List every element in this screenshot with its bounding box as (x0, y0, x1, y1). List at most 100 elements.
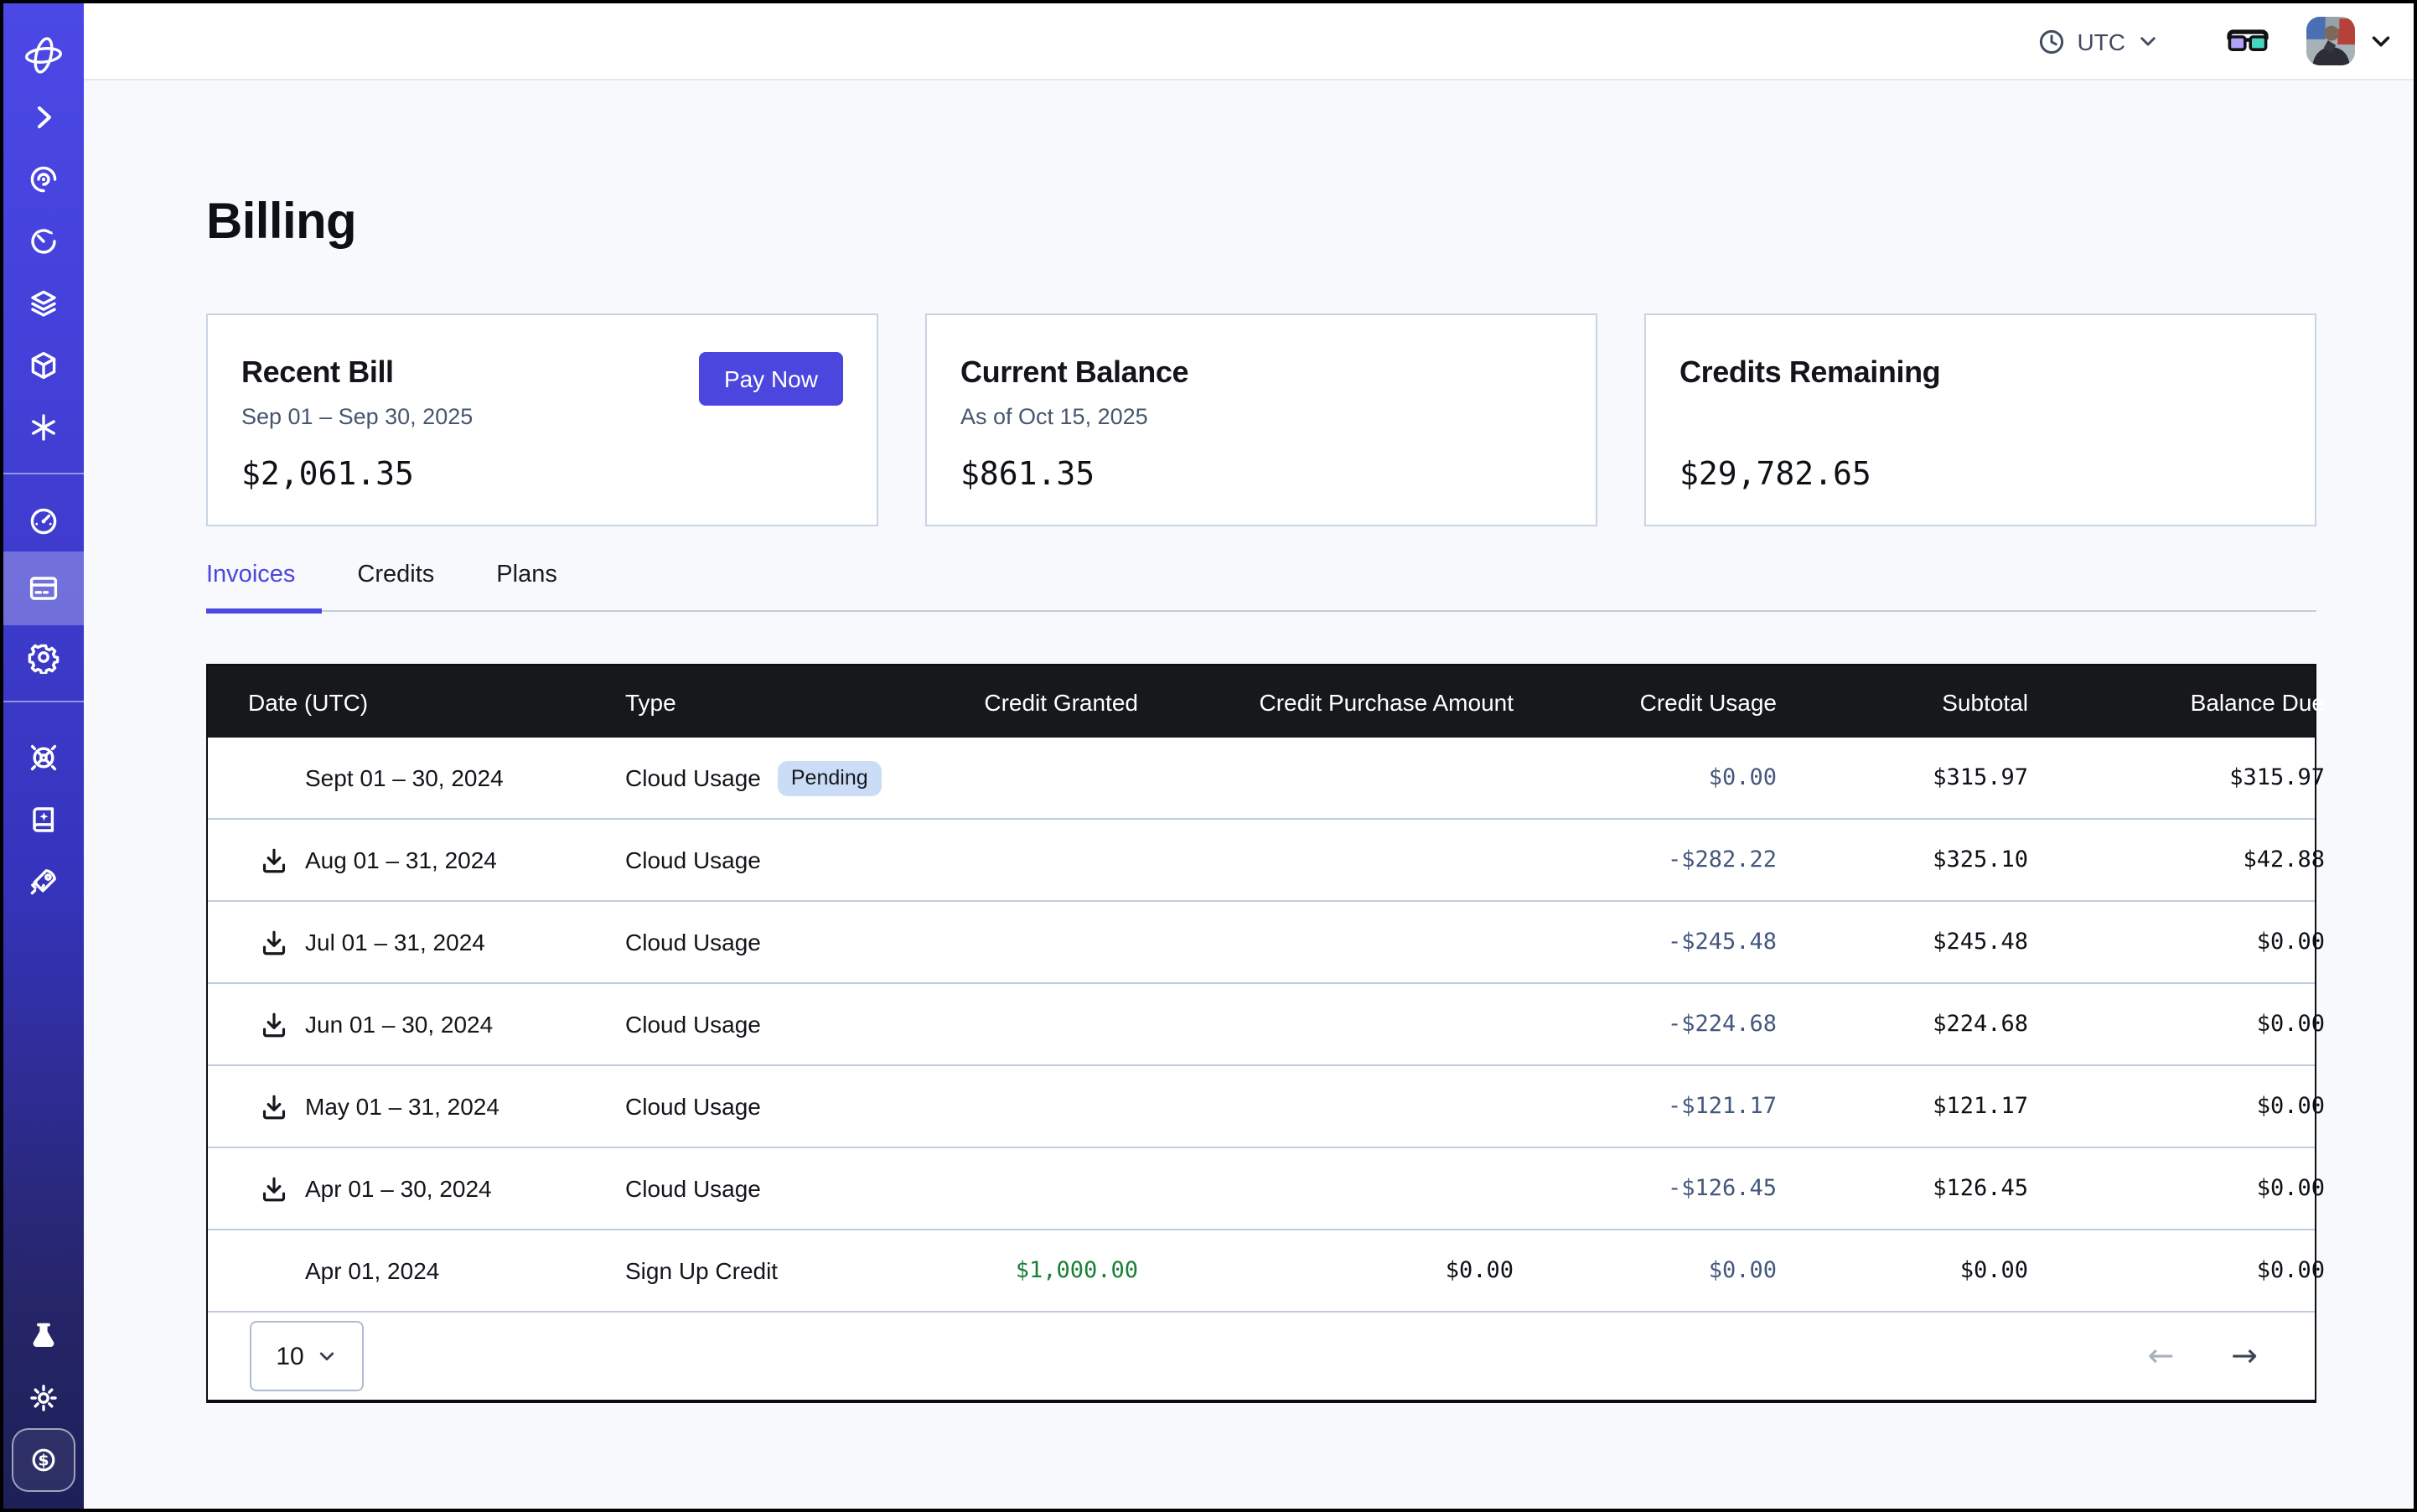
sidebar-item-labs[interactable] (3, 1304, 84, 1366)
page-title: Billing (206, 193, 2316, 253)
download-invoice-button[interactable] (256, 925, 290, 959)
card-sub-spacer (1679, 404, 2281, 432)
asterisk-icon (27, 410, 60, 443)
app-logo[interactable] (3, 23, 84, 85)
app-window: $ UTC (0, 0, 2417, 1512)
page-size-select[interactable]: 10 (250, 1321, 364, 1391)
col-type: Type (625, 688, 944, 715)
credit-purchase-amount: $0.00 (1138, 1257, 1514, 1284)
credit-granted: $1,000.00 (944, 1257, 1138, 1284)
summary-cards: Recent Bill Sep 01 – Sep 30, 2025 $2,061… (206, 313, 2316, 526)
invoice-type: Cloud Usage (625, 929, 761, 955)
download-invoice-button[interactable] (256, 1007, 290, 1041)
gauge-icon (27, 504, 60, 537)
avatar-photo (2306, 17, 2355, 65)
svg-text:$: $ (38, 1452, 49, 1470)
invoice-date: Apr 01, 2024 (305, 1257, 439, 1284)
table-footer: 10 ← → (208, 1311, 2315, 1400)
sidebar-item-functions[interactable] (3, 396, 84, 458)
sidebar-item-billing[interactable] (3, 551, 84, 625)
balance-due: $0.00 (2028, 929, 2325, 955)
download-icon (259, 1174, 287, 1203)
card-title: Credits Remaining (1679, 355, 2281, 391)
sidebar-item-traces[interactable] (3, 148, 84, 210)
billing-icon (27, 572, 60, 605)
next-page-button[interactable]: → (2231, 1340, 2258, 1372)
credit-usage: -$245.48 (1514, 929, 1777, 955)
sidebar-divider (3, 473, 84, 474)
recent-bill-card: Recent Bill Sep 01 – Sep 30, 2025 $2,061… (206, 313, 878, 526)
sidebar-item-packages[interactable] (3, 334, 84, 396)
3d-glasses-icon (2226, 28, 2269, 54)
col-balance-due: Balance Due (2028, 688, 2325, 715)
gear-icon (27, 639, 60, 673)
sidebar-item-docs[interactable] (3, 788, 84, 850)
account-menu-button[interactable] (2368, 28, 2394, 54)
download-slot (256, 761, 290, 795)
subtotal: $245.48 (1777, 929, 2028, 955)
current-balance-card: Current Balance As of Oct 15, 2025 $861.… (925, 313, 1597, 526)
download-icon (259, 1010, 287, 1038)
chevron-down-icon (2368, 28, 2394, 54)
table-row: Apr 01, 2024 Sign Up Credit $1,000.00 $0… (208, 1229, 2315, 1311)
sidebar-item-credits[interactable]: $ (12, 1428, 75, 1492)
billing-page: Billing Recent Bill Sep 01 – Sep 30, 202… (84, 80, 2414, 1509)
avatar[interactable] (2306, 17, 2355, 65)
tab-invoices[interactable]: Invoices (206, 562, 295, 610)
col-credit-usage: Credit Usage (1514, 688, 1777, 715)
sidebar-item-getting-started[interactable] (3, 850, 84, 912)
invoice-type: Sign Up Credit (625, 1257, 778, 1284)
balance-due: $0.00 (2028, 1093, 2325, 1120)
invoice-type: Cloud Usage (625, 1093, 761, 1120)
logo-icon (22, 33, 65, 76)
table-header: Date (UTC) Type Credit Granted Credit Pu… (208, 665, 2315, 738)
pagination: ← → (2147, 1340, 2258, 1372)
subtotal: $0.00 (1777, 1257, 2028, 1284)
sidebar-item-metrics[interactable] (3, 489, 84, 551)
credit-usage: -$121.17 (1514, 1093, 1777, 1120)
pay-now-button[interactable]: Pay Now (699, 352, 843, 406)
chevron-right-icon (27, 100, 60, 133)
sidebar-item-settings[interactable] (3, 625, 84, 687)
balance-due: $0.00 (2028, 1175, 2325, 1202)
timer-icon (27, 224, 60, 257)
col-credit-purchase: Credit Purchase Amount (1138, 688, 1514, 715)
topbar: UTC (84, 3, 2414, 80)
chevron-down-icon (2137, 30, 2159, 52)
balance-as-of: As of Oct 15, 2025 (960, 404, 1562, 432)
sidebar-item-timer[interactable] (3, 210, 84, 272)
sidebar-item-fleet[interactable] (3, 726, 84, 788)
sidebar-divider (3, 701, 84, 702)
credit-usage: $0.00 (1514, 764, 1777, 791)
prev-page-button[interactable]: ← (2147, 1340, 2174, 1372)
timezone-select[interactable]: UTC (2038, 28, 2159, 54)
balance-due: $0.00 (2028, 1257, 2325, 1284)
table-row: Sept 01 – 30, 2024 Cloud Usage Pending $0… (208, 738, 2315, 818)
billing-period: Sep 01 – Sep 30, 2025 (241, 404, 843, 432)
subtotal: $121.17 (1777, 1093, 2028, 1120)
download-invoice-button[interactable] (256, 1090, 290, 1123)
credits-remaining-amount: $29,782.65 (1679, 456, 2281, 493)
tab-credits[interactable]: Credits (357, 562, 434, 610)
chevron-down-icon (318, 1346, 338, 1366)
sidebar-item-expand[interactable] (3, 85, 84, 148)
glasses-button[interactable] (2226, 28, 2269, 54)
tab-plans[interactable]: Plans (496, 562, 557, 610)
sidebar: $ (3, 3, 84, 1509)
sidebar-item-layers[interactable] (3, 272, 84, 334)
card-title: Current Balance (960, 355, 1562, 391)
table-row: Jul 01 – 31, 2024 Cloud Usage -$245.48 $… (208, 900, 2315, 982)
invoice-date: Jul 01 – 31, 2024 (305, 929, 485, 955)
rocket-icon (27, 864, 60, 898)
balance-due: $315.97 (2028, 764, 2325, 791)
billing-tabs: Invoices Credits Plans (206, 562, 2316, 612)
invoice-date: Sept 01 – 30, 2024 (305, 764, 504, 791)
subtotal: $224.68 (1777, 1011, 2028, 1038)
table-row: May 01 – 31, 2024 Cloud Usage -$121.17 $… (208, 1064, 2315, 1147)
sidebar-item-theme[interactable] (3, 1366, 84, 1428)
download-invoice-button[interactable] (256, 1172, 290, 1205)
download-invoice-button[interactable] (256, 843, 290, 877)
sun-icon (27, 1380, 60, 1414)
status-badge: Pending (778, 760, 882, 795)
invoice-type: Cloud Usage (625, 764, 761, 791)
